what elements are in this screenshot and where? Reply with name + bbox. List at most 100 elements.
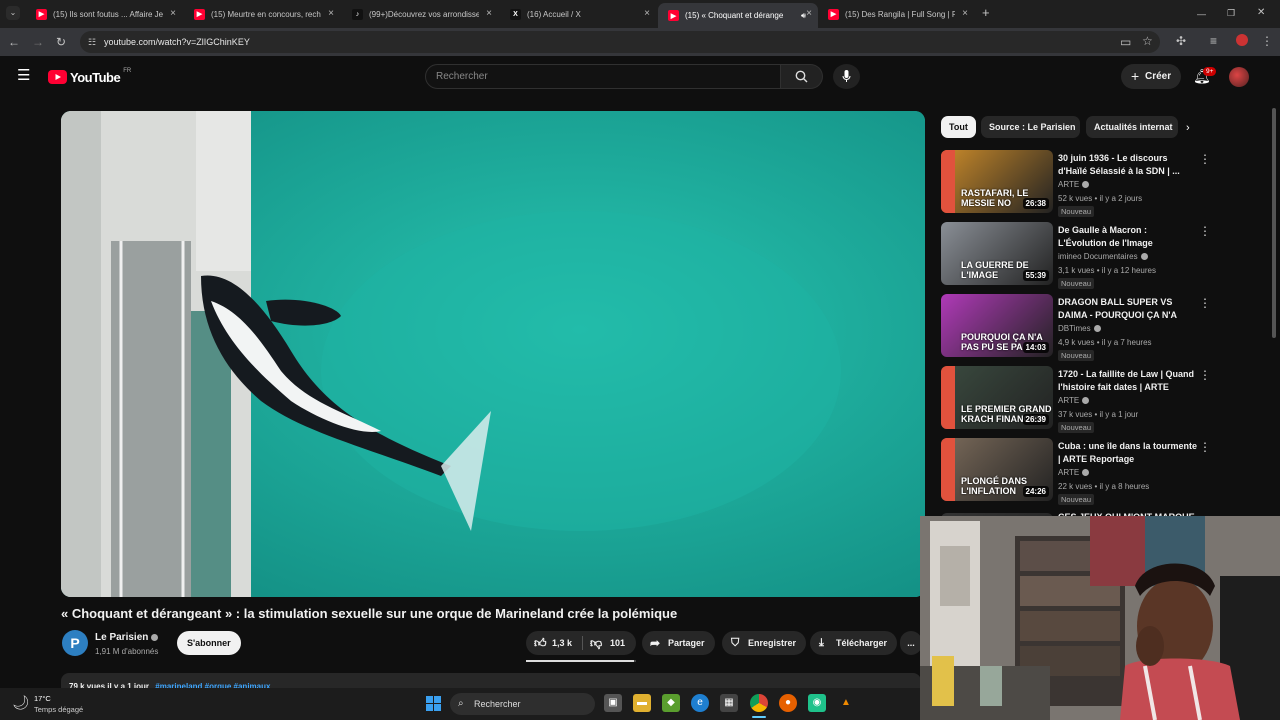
subscribe-button[interactable]: S'abonner [177,631,241,655]
thumbs-up-icon[interactable]: 👍︎ [534,631,547,655]
windows-start-icon[interactable] [426,696,441,711]
account-avatar[interactable] [1229,67,1249,87]
recommended-video[interactable]: POURQUOI ÇA N'A PAS PU SE PA 14:03 DRAGON … [941,294,1211,361]
tab-search-icon[interactable]: ⌄ [6,6,20,20]
recommended-channel-name[interactable]: ARTE [1058,468,1079,477]
channel-name-row[interactable]: Le Parisien [95,632,159,643]
new-tab-button[interactable]: + [982,6,990,20]
browser-tab[interactable]: ▶ (15) « Choquant et dérange 🔊︎ × [658,3,818,28]
tab-close-icon[interactable]: × [644,8,650,19]
save-button[interactable]: ⛉ Enregistrer [722,631,807,655]
chips-next-chevron-icon[interactable]: › [1186,121,1190,135]
search-input[interactable]: Rechercher [425,64,781,89]
create-button[interactable]: + Créer [1121,64,1181,89]
recommended-title[interactable]: 1720 - La faillite de Law | Quand l'hist… [1058,368,1198,394]
voice-search-button[interactable] [833,64,860,89]
recommended-channel-name[interactable]: ARTE [1058,180,1079,189]
menu-kebab-icon[interactable]: ⋮ [1261,34,1273,48]
recommended-video[interactable]: PLONGÉ DANS L'INFLATION 24:26 Cuba : une î… [941,438,1211,505]
tab-close-icon[interactable]: × [328,8,334,19]
youtube-logo[interactable]: YouTube FR [48,68,131,86]
recommended-video[interactable]: RASTAFARI, LE MESSIE NO 26:38 30 juin 1936… [941,150,1211,217]
store-icon[interactable]: ▦ [720,694,738,712]
filter-chip[interactable]: Actualités internat [1086,116,1178,138]
tab-close-icon[interactable]: × [962,8,968,19]
recommended-title[interactable]: 30 juin 1936 - Le discours d'Haïlé Sélas… [1058,152,1198,178]
tab-close-icon[interactable]: × [170,8,176,19]
task-view-icon[interactable]: ▣ [604,694,622,712]
recommended-channel[interactable]: ARTE [1058,468,1090,477]
forward-icon[interactable]: → [32,35,44,49]
video-thumbnail[interactable]: LE PREMIER GRAND KRACH FINANCIER 26:39 [941,366,1053,429]
firefox-icon[interactable]: ● [779,694,797,712]
browser-tab[interactable]: ▶ (15) Meurtre en concours, rech × [184,3,340,25]
close-window-icon[interactable]: ✕ [1257,6,1265,20]
recommended-channel[interactable]: DBTimes [1058,324,1101,333]
recommended-more-icon[interactable]: ⋮ [1199,224,1211,238]
channel-avatar[interactable]: P [62,630,88,656]
chrome-icon[interactable] [750,694,768,712]
edge-icon[interactable]: e [691,694,709,712]
recommended-more-icon[interactable]: ⋮ [1199,152,1211,166]
recommended-title[interactable]: Cuba : une île dans la tourmente | ARTE … [1058,440,1198,466]
vlc-icon[interactable]: ▲ [837,694,855,712]
back-icon[interactable]: ← [8,35,20,49]
video-player[interactable] [61,111,925,597]
file-explorer-icon[interactable]: ▬ [633,694,651,712]
recommended-channel-name[interactable]: ARTE [1058,396,1079,405]
cast-icon[interactable]: ▭ [1120,35,1131,49]
weather-sun-icon[interactable]: 🌙︎ [12,694,30,711]
browser-tab[interactable]: ♪ (99+)Découvrez vos arrondisse × [342,3,498,25]
page-scrollbar[interactable] [1272,98,1278,518]
thumbs-down-icon[interactable]: 👎︎ [590,631,602,655]
nvidia-icon[interactable]: ◆ [662,694,680,712]
recommended-channel[interactable]: imineo Documentaires [1058,252,1148,261]
filter-chip[interactable]: Source : Le Parisien [981,116,1080,138]
tiktok-icon: ♪ [352,8,363,20]
weather-desc[interactable]: Temps dégagé [34,705,83,714]
hamburger-menu-icon[interactable]: ☰ [17,68,30,83]
browser-tab[interactable]: ▶ (15) Ils sont foutus ... Affaire Jea × [26,3,182,25]
recommended-video[interactable]: LE PREMIER GRAND KRACH FINANCIER 26:39 172… [941,366,1211,433]
reading-list-icon[interactable]: ≡ [1210,34,1217,48]
video-thumbnail[interactable]: RASTAFARI, LE MESSIE NO 26:38 [941,150,1053,213]
video-thumbnail[interactable]: PLONGÉ DANS L'INFLATION 24:26 [941,438,1053,501]
like-count[interactable]: 1,3 k [552,631,572,655]
tab-close-icon[interactable]: × [486,8,492,19]
bookmark-star-icon[interactable]: ☆ [1142,34,1153,48]
recommended-more-icon[interactable]: ⋮ [1199,440,1211,454]
discord-like-icon[interactable]: ◉ [808,694,826,712]
recommended-channel-name[interactable]: imineo Documentaires [1058,252,1138,261]
video-thumbnail[interactable]: LA GUERRE DE L'IMAGE 55:39 [941,222,1053,285]
more-actions-button[interactable]: ... [900,631,922,655]
maximize-icon[interactable]: ❐ [1227,6,1235,20]
site-info-icon[interactable]: ☷ [88,35,96,49]
video-thumbnail[interactable]: POURQUOI ÇA N'A PAS PU SE PA 14:03 [941,294,1053,357]
search-button[interactable] [781,64,823,89]
browser-tab[interactable]: X (16) Accueil / X × [500,3,656,25]
filter-chip[interactable]: Tout [941,116,976,138]
recommended-video[interactable]: LA GUERRE DE L'IMAGE 55:39 De Gaulle à Mac… [941,222,1211,289]
share-button[interactable]: ➦ Partager [642,631,715,655]
recommended-title[interactable]: DRAGON BALL SUPER VS DAIMA - POURQUOI ÇA… [1058,296,1198,322]
taskbar-search[interactable]: ⌕ Rechercher [450,693,595,715]
tab-close-icon[interactable]: × [806,8,812,19]
recommended-channel-name[interactable]: DBTimes [1058,324,1091,333]
profile-icon[interactable] [1236,34,1248,46]
streamer-webcam-image [920,516,1280,720]
extensions-icon[interactable]: ✣ [1176,34,1186,48]
channel-name[interactable]: Le Parisien [95,632,148,643]
download-button[interactable]: ⤓ Télécharger [810,631,898,655]
address-bar[interactable]: ☷ youtube.com/watch?v=ZlIGChinKEY [80,31,1160,53]
browser-tab[interactable]: ▶ (15) Des Rangila | Full Song | Fa × [818,3,974,25]
recommended-more-icon[interactable]: ⋮ [1199,296,1211,310]
reload-icon[interactable]: ↻ [56,35,66,49]
weather-temp[interactable]: 17°C [34,694,51,703]
recommended-channel[interactable]: ARTE [1058,180,1090,189]
recommended-title[interactable]: De Gaulle à Macron : L'Évolution de l'Im… [1058,224,1198,250]
dislike-count[interactable]: 101 [610,631,625,655]
recommended-more-icon[interactable]: ⋮ [1199,368,1211,382]
bookmark-icon: ⛉ [731,637,740,649]
recommended-channel[interactable]: ARTE [1058,396,1090,405]
minimize-icon[interactable]: — [1197,7,1206,21]
